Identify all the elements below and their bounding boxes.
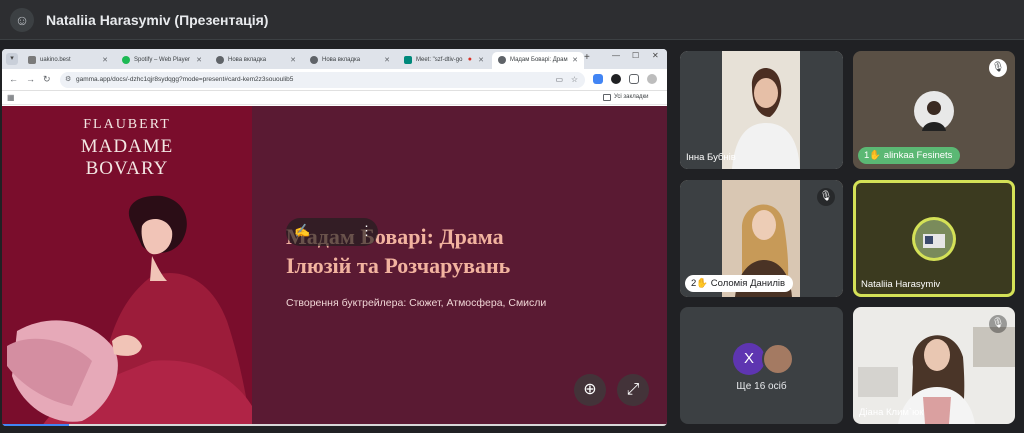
new-tab-icon[interactable]: + (584, 52, 590, 63)
more-options-icon[interactable]: ⋮ (360, 223, 373, 239)
maximize-icon[interactable]: ☐ (632, 51, 639, 60)
site-info-icon[interactable]: ⚙ (65, 75, 71, 83)
participant-name-pill: 1✋ alinkaa Fesinets (858, 147, 961, 164)
mic-off-icon: 🎙 (989, 315, 1007, 333)
presenter-avatar-icon: ☺ (10, 8, 34, 32)
slide-subtitle: Створення буктрейлера: Сюжет, Атмосфера,… (286, 297, 547, 309)
participant-initial: X (733, 343, 765, 375)
browser-tab-meet[interactable]: Meet: "szf-dtiv-go ● ✕ (398, 52, 490, 69)
chrome-icon (216, 56, 224, 64)
tab-search-icon[interactable]: ▾ (6, 53, 18, 65)
browser-tab-new-2[interactable]: Нова вкладка ✕ (304, 52, 396, 69)
spotify-icon (122, 56, 130, 64)
participant-tile[interactable]: 🎙 Діана Клим`юк (853, 307, 1015, 424)
presentation-slide: FLAUBERT MADAME BOVARY Мадам Боварі: Дра… (2, 106, 667, 426)
participant-avatar (762, 343, 794, 375)
mic-off-icon: 🎙 (817, 188, 835, 206)
close-tab-icon[interactable]: ✕ (572, 56, 578, 64)
more-participants-label: Ще 16 осіб (736, 381, 787, 392)
shared-screen: ▾ uakino.best ✕ Spotify – Web Player ✕ Н… (2, 49, 667, 426)
slide-progress-fill (2, 424, 69, 426)
close-tab-icon[interactable]: ✕ (102, 56, 108, 64)
all-bookmarks-link[interactable]: Усі закладки (614, 94, 649, 100)
participant-name-pill: 2✋ Соломія Данилів (685, 275, 794, 292)
favicon-icon (28, 56, 36, 64)
minimize-icon[interactable]: — (612, 51, 620, 60)
participant-avatar (912, 217, 956, 261)
meeting-title: Nataliia Harasymiv (Презентація) (46, 12, 269, 28)
browser-tab-uakino[interactable]: uakino.best ✕ (22, 52, 114, 69)
close-tab-icon[interactable]: ✕ (290, 56, 296, 64)
participant-tile-presenter[interactable]: Nataliia Harasymiv (853, 180, 1015, 297)
extension-icon[interactable] (593, 74, 603, 84)
avatar-photo (922, 101, 946, 131)
participant-tile[interactable]: 🎙 2✋ Соломія Данилів (680, 180, 843, 297)
bookmarks-bar: ▦ Усі закладки (2, 91, 667, 105)
close-tab-icon[interactable]: ✕ (196, 56, 202, 64)
cursor-icon[interactable]: ✍ (294, 223, 310, 239)
apps-grid-icon[interactable]: ▦ (7, 93, 15, 102)
more-participants-tile[interactable]: X Ще 16 осіб (680, 307, 843, 424)
reload-icon[interactable]: ↻ (43, 74, 51, 85)
browser-toolbar: ← → ↻ ⚙ gamma.app/docs/-dzhc1qjr8sydqgg?… (2, 69, 667, 91)
mic-off-icon: 🎙 (989, 59, 1007, 77)
forward-icon[interactable]: → (26, 74, 35, 84)
recording-dot-icon: ● (467, 56, 472, 63)
participant-avatar (914, 91, 954, 131)
participant-name: Інна Бубнів (686, 152, 736, 163)
close-tab-icon[interactable]: ✕ (384, 56, 390, 64)
browser-tab-spotify[interactable]: Spotify – Web Player ✕ (116, 52, 208, 69)
fullscreen-icon[interactable]: ⤢ (617, 374, 649, 406)
book-cover-image: FLAUBERT MADAME BOVARY (2, 106, 252, 426)
meeting-header: ☺ Nataliia Harasymiv (Презентація) (0, 0, 1024, 40)
address-bar[interactable]: ⚙ gamma.app/docs/-dzhc1qjr8sydqgg?mode=p… (60, 72, 585, 88)
meet-icon (404, 56, 412, 64)
extensions-puzzle-icon[interactable] (629, 74, 639, 84)
slide-progress-bar (2, 424, 667, 426)
zoom-in-icon[interactable]: ⊕ (574, 374, 606, 406)
folder-icon (603, 94, 611, 101)
back-icon[interactable]: ← (9, 74, 18, 84)
close-window-icon[interactable]: ✕ (652, 51, 659, 60)
presentation-controls: ✍ ⋮ (286, 218, 378, 246)
participant-tile[interactable]: Інна Бубнів (680, 51, 843, 169)
extension-icon[interactable] (611, 74, 621, 84)
hand-raise-icon: ✋ (696, 278, 709, 289)
cast-icon[interactable]: ▭ (555, 75, 563, 84)
hand-raise-icon: ✋ (869, 150, 882, 161)
browser-tab-new-1[interactable]: Нова вкладка ✕ (210, 52, 302, 69)
participant-name: Nataliia Harasymiv (861, 279, 941, 290)
browser-tab-active-slide[interactable]: Мадам Боварі: Драм ✕ (492, 52, 584, 69)
globe-icon (498, 56, 506, 64)
browser-tab-strip: ▾ uakino.best ✕ Spotify – Web Player ✕ Н… (2, 49, 667, 69)
avatar-photo (915, 220, 953, 258)
participant-name: Діана Клим`юк (859, 407, 924, 418)
chrome-icon (310, 56, 318, 64)
close-tab-icon[interactable]: ✕ (478, 56, 484, 64)
profile-icon[interactable] (647, 74, 657, 84)
participant-tile[interactable]: 🎙 1✋ alinkaa Fesinets (853, 51, 1015, 169)
woman-reading-illustration (7, 195, 252, 426)
bookmark-star-icon[interactable]: ☆ (571, 75, 578, 84)
